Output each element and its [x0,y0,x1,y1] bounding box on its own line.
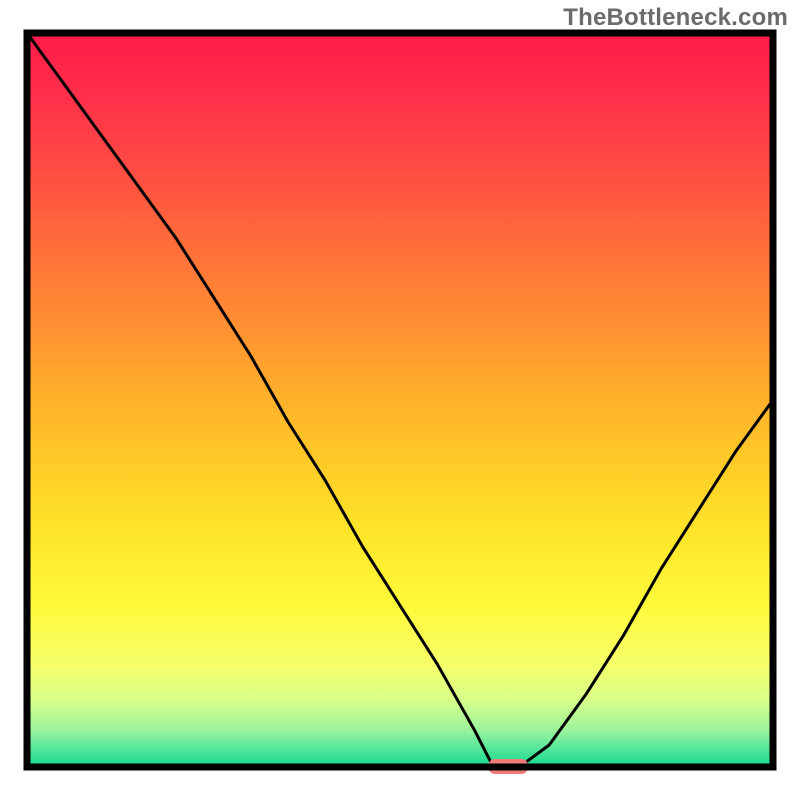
plot-background [27,33,773,767]
bottleneck-chart [0,0,800,800]
watermark-text: TheBottleneck.com [563,4,788,32]
chart-container: TheBottleneck.com [0,0,800,800]
